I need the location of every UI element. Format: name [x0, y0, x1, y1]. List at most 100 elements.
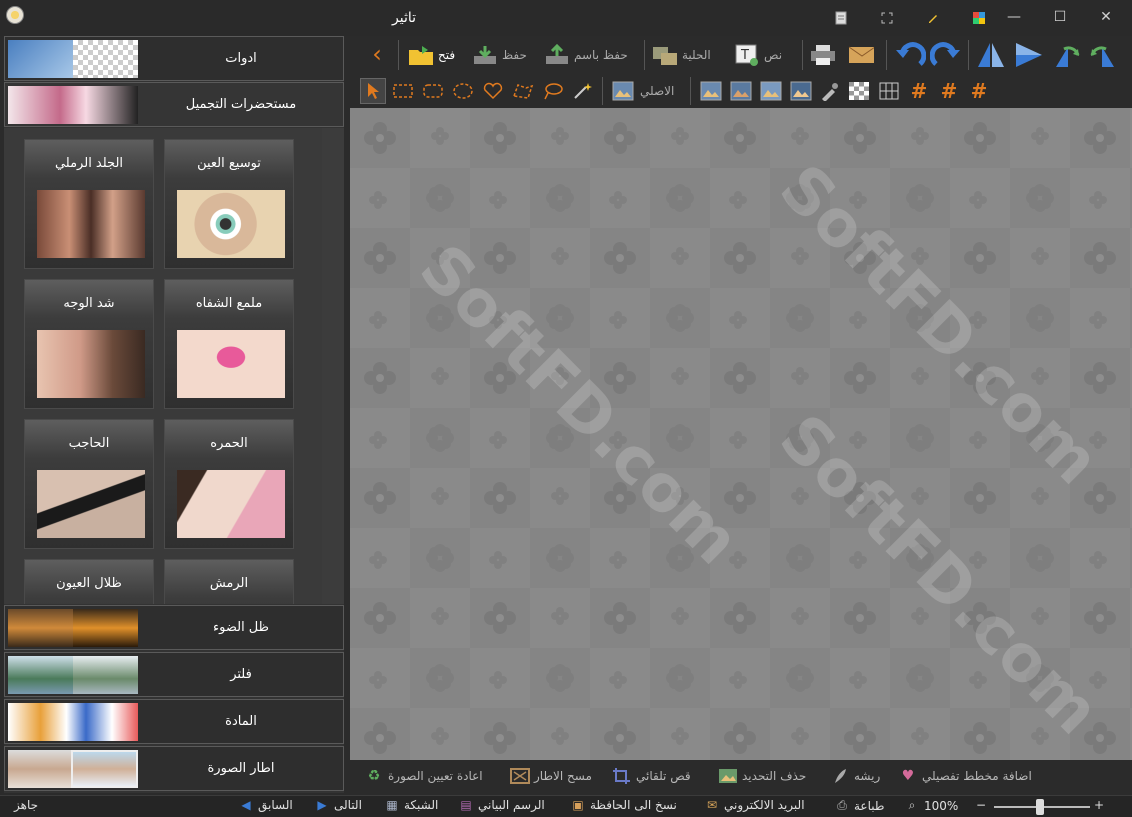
polygon-lasso-icon[interactable] — [510, 78, 536, 104]
back-arrow-icon[interactable]: ‹ — [364, 40, 390, 68]
category-cosmetics[interactable]: مستحضرات التجميل — [4, 82, 344, 127]
tile-eyebrow[interactable]: الحاجب — [24, 419, 154, 549]
previous-button[interactable]: ◀ السابق — [238, 798, 293, 812]
zoom-label: 100% — [924, 798, 959, 813]
transparency-icon[interactable] — [846, 78, 872, 104]
recycle-icon: ♻ — [367, 768, 381, 784]
email-button[interactable]: ✉ البريد الالكتروني — [704, 798, 805, 812]
adjust-image-2-icon[interactable] — [728, 78, 754, 104]
fullscreen-icon[interactable] — [864, 8, 910, 28]
chart-button[interactable]: ▤ الرسم البياني — [458, 798, 545, 812]
save-button[interactable]: حفظ — [472, 40, 527, 70]
app-logo-icon[interactable] — [6, 6, 24, 24]
category-filter[interactable]: فلتر — [4, 652, 344, 697]
envelope-icon: ✉ — [706, 798, 718, 812]
lasso-icon[interactable] — [540, 78, 566, 104]
text-button[interactable]: T نص — [734, 40, 782, 70]
category-tools[interactable]: ادوات — [4, 36, 344, 81]
grid-hash-1-icon[interactable]: # — [906, 78, 932, 104]
save-as-icon — [544, 42, 570, 68]
next-button[interactable]: ▶ التالى — [314, 798, 362, 812]
auto-crop-label: قص تلقائي — [636, 769, 691, 783]
perspective-grid-icon[interactable] — [876, 78, 902, 104]
maximize-button[interactable]: ☐ — [1040, 4, 1080, 30]
feather-button[interactable]: ريشه — [830, 767, 880, 785]
tile-label: الحاجب — [68, 436, 110, 451]
grid-hash-2-icon[interactable]: # — [936, 78, 962, 104]
copy-to-clipboard-button[interactable]: ▣ نسخ الى الحافظة — [570, 798, 677, 812]
tile-label: الرمش — [209, 576, 249, 591]
document-icon[interactable] — [818, 8, 864, 28]
add-detail-outline-button[interactable]: ♥ اضافة مخطط تفصيلي — [898, 767, 1032, 785]
flip-vertical-icon[interactable] — [1014, 41, 1044, 69]
window-title: تاثير — [392, 10, 417, 26]
previous-label: السابق — [258, 798, 293, 812]
clear-frame-button[interactable]: مسح الاطار — [510, 767, 592, 785]
category-photo-frame[interactable]: اطار الصورة — [4, 746, 344, 791]
tile-eyelash[interactable]: الرمش — [164, 559, 294, 604]
tile-sand-skin[interactable]: الجلد الرملي — [24, 139, 154, 269]
chart-icon: ▤ — [460, 798, 472, 812]
save-as-button[interactable]: حفظ باسم — [544, 40, 628, 70]
clipboard-icon: ▣ — [572, 798, 584, 812]
toolbar-separator — [886, 40, 887, 70]
rounded-rect-select-icon[interactable] — [420, 78, 446, 104]
print-icon[interactable] — [810, 42, 836, 68]
redo-icon[interactable] — [930, 40, 962, 70]
tiles-scrollbar[interactable] — [322, 128, 344, 604]
adjust-image-4-icon[interactable] — [788, 78, 814, 104]
mail-icon[interactable] — [848, 42, 874, 68]
adjust-image-3-icon[interactable] — [758, 78, 784, 104]
svg-text:T: T — [740, 48, 749, 63]
minimize-button[interactable]: — — [994, 4, 1034, 30]
zoom-out-button[interactable]: − — [976, 798, 986, 812]
tile-lip-gloss[interactable]: ملمع الشفاه — [164, 279, 294, 409]
rotate-left-icon[interactable] — [1052, 41, 1082, 69]
category-label: فلتر — [230, 667, 252, 682]
style-button[interactable]: الحلية — [652, 40, 711, 70]
zoom-in-button[interactable]: + — [1094, 798, 1104, 812]
main-toolbar: ‹ فتح حفظ حفظ باسم الحلية T نص — [348, 36, 1132, 74]
original-button[interactable]: الاصلي — [610, 76, 674, 106]
pencil-icon[interactable] — [910, 8, 956, 28]
original-image-icon — [610, 78, 636, 104]
reset-image-button[interactable]: ♻ اعادة تعيين الصورة — [364, 767, 483, 785]
ellipse-select-icon[interactable] — [450, 78, 476, 104]
image-canvas[interactable]: SoftFD.com SoftFD.com SoftFD.com — [350, 108, 1132, 760]
chart-label: الرسم البياني — [478, 798, 545, 812]
magic-wand-icon[interactable] — [570, 78, 596, 104]
heart-select-icon[interactable] — [480, 78, 506, 104]
clear-frame-label: مسح الاطار — [534, 769, 592, 783]
delete-selection-button[interactable]: حذف التحديد — [718, 767, 806, 785]
pointer-icon[interactable] — [360, 78, 386, 104]
category-light-shadow[interactable]: ظل الضوء — [4, 605, 344, 650]
print-button[interactable]: ⎙ طباعة — [834, 798, 884, 813]
flip-horizontal-icon[interactable] — [976, 41, 1006, 69]
tile-eye-enlarge[interactable]: توسيع العين — [164, 139, 294, 269]
toolbar-separator — [802, 40, 803, 70]
category-thumbnail — [8, 703, 138, 741]
grid-label: الشبكة — [404, 798, 439, 812]
toolbar-separator — [968, 40, 969, 70]
title-bar: تاثير — ☐ ✕ — [0, 0, 1132, 36]
zoom-level: ⌕ 100% — [904, 798, 959, 813]
adjust-image-1-icon[interactable] — [698, 78, 724, 104]
tile-blush[interactable]: الحمره — [164, 419, 294, 549]
tile-label: الجلد الرملي — [54, 156, 124, 171]
open-button[interactable]: فتح — [408, 40, 455, 70]
rotate-right-icon[interactable] — [1088, 41, 1118, 69]
rect-select-icon[interactable] — [390, 78, 416, 104]
save-label: حفظ — [502, 48, 527, 62]
zoom-slider-thumb[interactable] — [1036, 799, 1044, 815]
tile-eyeshadow[interactable]: ظلال العيون — [24, 559, 154, 604]
category-material[interactable]: المادة — [4, 699, 344, 744]
tile-face-lift[interactable]: شد الوجه — [24, 279, 154, 409]
eyedropper-icon[interactable] — [816, 78, 842, 104]
style-icon — [652, 42, 678, 68]
category-thumbnail — [8, 609, 138, 647]
auto-crop-button[interactable]: قص تلقائي — [612, 767, 691, 785]
undo-icon[interactable] — [894, 40, 926, 70]
grid-button[interactable]: ▦ الشبكة — [384, 798, 438, 812]
close-button[interactable]: ✕ — [1086, 4, 1126, 30]
grid-hash-3-icon[interactable]: # — [966, 78, 992, 104]
